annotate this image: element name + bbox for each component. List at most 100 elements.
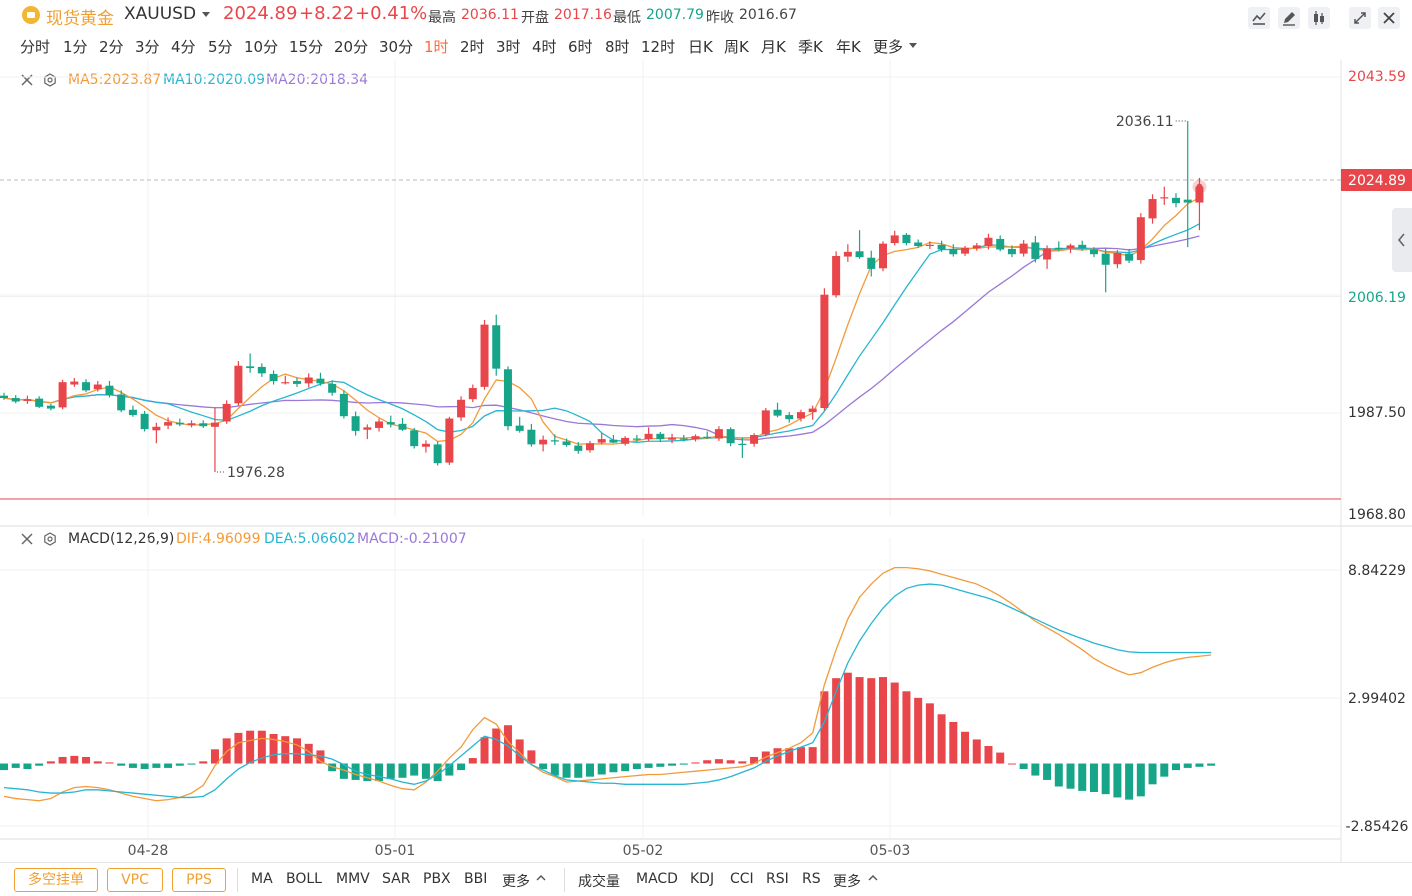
candle [1019, 243, 1028, 254]
fullscreen-icon[interactable] [1349, 7, 1371, 29]
macd-bar [1019, 763, 1028, 770]
indicator-mmv[interactable]: MMV [336, 871, 370, 887]
interval-tab[interactable]: 20分 [334, 36, 368, 57]
pps-button[interactable]: PPS [172, 868, 226, 892]
stat-open-value: 2017.16 [554, 7, 612, 23]
candle [480, 324, 489, 387]
macd-bar [1078, 763, 1087, 791]
symbol-dropdown-icon[interactable] [202, 12, 210, 17]
kline-chart[interactable]: 2043.59 2006.19 1987.50 1968.80 2024.89 8.842… [0, 60, 1412, 862]
candle [1031, 242, 1040, 259]
time-axis-label: 05-03 [870, 843, 911, 859]
candle [972, 245, 981, 249]
interval-tab[interactable]: 6时 [568, 36, 593, 57]
time-axis-label: 05-01 [375, 843, 416, 859]
candle [82, 382, 91, 391]
sub-indicator-volume[interactable]: 成交量 [578, 871, 620, 891]
indicator-bar: 多空挂单 VPC PPS MA BOLL MMV SAR PBX BBI 更多 … [0, 862, 1412, 896]
interval-tab[interactable]: 2分 [99, 36, 124, 57]
ma5-line [3, 197, 1200, 445]
interval-tab[interactable]: 3分 [135, 36, 160, 57]
candle [621, 437, 630, 444]
interval-tab-active[interactable]: 1时 [424, 36, 449, 57]
interval-tab[interactable]: 日K [688, 36, 713, 57]
macd-bar [1089, 763, 1098, 792]
macd-bar [105, 762, 114, 764]
interval-tab[interactable]: 4分 [171, 36, 196, 57]
interval-tab[interactable]: 4时 [532, 36, 557, 57]
candle [117, 394, 126, 411]
sub-indicator-rs[interactable]: RS [802, 871, 821, 887]
macd-bar [480, 737, 489, 764]
sub-indicator-macd[interactable]: MACD [636, 871, 678, 887]
indicator-more[interactable]: 更多 [502, 871, 530, 891]
interval-tab[interactable]: 周K [724, 36, 749, 57]
macd-bar [58, 756, 67, 764]
macd-bar [128, 763, 137, 768]
macd-bar [82, 756, 91, 764]
sub-indicator-cci[interactable]: CCI [730, 871, 754, 887]
macd-bar [925, 703, 934, 764]
macd-bar [281, 736, 290, 764]
interval-tab[interactable]: 3时 [496, 36, 521, 57]
interval-tab[interactable]: 12时 [641, 36, 675, 57]
high-annotation: 2036.11 [1116, 114, 1174, 130]
interval-more-tab[interactable]: 更多 [873, 36, 903, 57]
candle [890, 235, 899, 244]
macd-axis-label: 2.99402 [1348, 691, 1406, 707]
candle [281, 382, 290, 384]
macd-bar [1101, 763, 1110, 795]
candle [293, 380, 301, 384]
macd-bar [46, 761, 55, 764]
interval-tab[interactable]: 2时 [460, 36, 485, 57]
candle [539, 439, 548, 445]
chevron-up-icon[interactable] [536, 874, 546, 882]
interval-tab[interactable]: 30分 [379, 36, 413, 57]
order-book-button[interactable]: 多空挂单 [14, 868, 98, 892]
indicator-pbx[interactable]: PBX [423, 871, 451, 887]
candle [1066, 245, 1075, 249]
interval-tab[interactable]: 5分 [208, 36, 233, 57]
candle [1007, 248, 1016, 255]
symbol-name[interactable]: 现货黄金 [46, 4, 114, 29]
symbol-code[interactable]: XAUUSD [124, 4, 196, 24]
side-panel-toggle[interactable] [1392, 208, 1412, 272]
candle [351, 416, 360, 431]
interval-tab[interactable]: 季K [798, 36, 823, 57]
indicator-icon[interactable] [1248, 7, 1270, 29]
draw-icon[interactable] [1278, 7, 1300, 29]
interval-tab[interactable]: 分时 [20, 36, 50, 57]
chevron-up-icon[interactable] [868, 874, 878, 882]
candle [433, 444, 442, 464]
macd-bar [632, 763, 641, 770]
interval-tab[interactable]: 月K [761, 36, 786, 57]
candle [1054, 247, 1063, 249]
interval-tab[interactable]: 8时 [605, 36, 630, 57]
indicator-bbi[interactable]: BBI [464, 871, 487, 887]
vpc-button[interactable]: VPC [107, 868, 163, 892]
candle [679, 438, 688, 440]
interval-tab[interactable]: 1分 [63, 36, 88, 57]
candle [996, 238, 1005, 250]
close-icon[interactable] [1378, 7, 1400, 29]
sub-indicator-more[interactable]: 更多 [833, 871, 861, 891]
interval-tab[interactable]: 年K [836, 36, 861, 57]
price-axis-label: 2006.19 [1348, 290, 1406, 306]
interval-tab[interactable]: 15分 [289, 36, 323, 57]
candle [738, 443, 747, 446]
candle [375, 421, 384, 428]
macd-bar [843, 672, 852, 764]
indicator-sar[interactable]: SAR [382, 871, 410, 887]
interval-tab[interactable]: 10分 [244, 36, 278, 57]
candle-type-icon[interactable] [1308, 7, 1330, 29]
sub-indicator-rsi[interactable]: RSI [766, 871, 789, 887]
price-axis-label: 2043.59 [1348, 69, 1406, 85]
indicator-ma[interactable]: MA [251, 871, 273, 887]
macd-bar [1160, 763, 1169, 777]
indicator-boll[interactable]: BOLL [286, 871, 322, 887]
macd-bar [1136, 763, 1145, 797]
macd-bar [1183, 763, 1192, 768]
sub-indicator-kdj[interactable]: KDJ [690, 871, 714, 887]
stat-high-value: 2036.11 [461, 7, 519, 23]
chevron-down-icon[interactable] [909, 43, 917, 48]
